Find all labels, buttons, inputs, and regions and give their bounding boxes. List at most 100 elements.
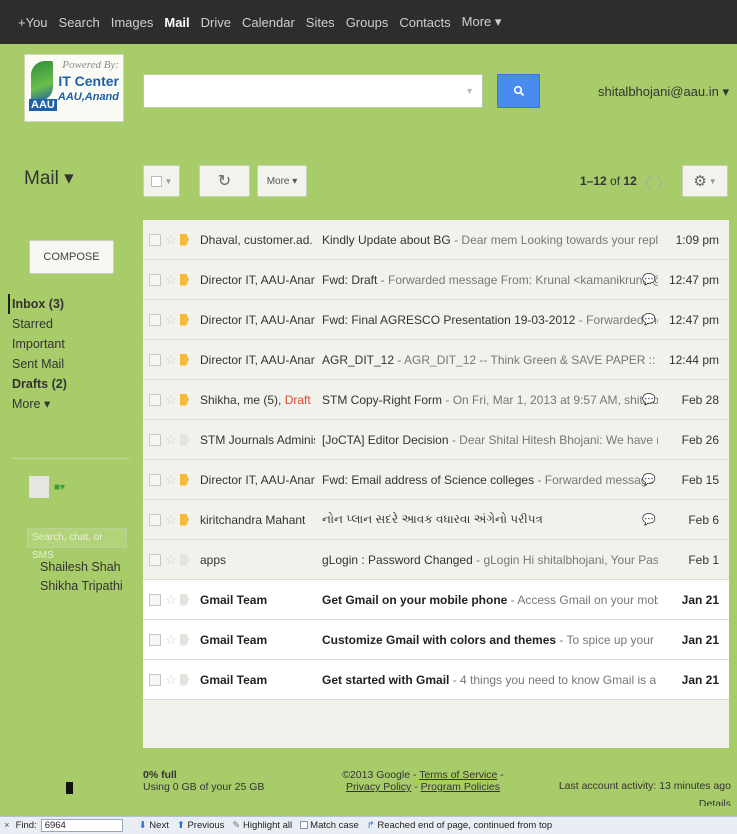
- star-icon[interactable]: ☆: [165, 552, 177, 568]
- it-center-logo[interactable]: AAU Powered By: IT Center AAU,Anand: [24, 54, 124, 122]
- topbar-link-6[interactable]: Sites: [306, 15, 335, 30]
- topbar-link-8[interactable]: Contacts: [399, 15, 450, 30]
- message-row[interactable]: ☆ Director IT, AAU-Anand AGR_DIT_12 - AGR_…: [143, 340, 729, 380]
- star-icon[interactable]: ☆: [165, 392, 177, 408]
- message-subject: Get Gmail on your mobile phone - Access …: [322, 593, 658, 607]
- row-checkbox[interactable]: [149, 473, 161, 486]
- star-icon[interactable]: ☆: [165, 472, 177, 488]
- close-find-bar-icon[interactable]: ×: [4, 820, 10, 831]
- sidebar-item[interactable]: Starred: [12, 314, 67, 334]
- row-checkbox[interactable]: [149, 273, 161, 286]
- star-icon[interactable]: ☆: [165, 432, 177, 448]
- find-input[interactable]: 6964: [40, 819, 123, 832]
- star-icon[interactable]: ☆: [165, 272, 177, 288]
- message-row[interactable]: ☆ Director IT, AAU-Anand Fwd: Email addres…: [143, 460, 729, 500]
- find-previous-button[interactable]: ⬆ Previous: [177, 820, 225, 831]
- video-camera-icon[interactable]: ■▾: [54, 482, 65, 493]
- important-marker-icon[interactable]: [180, 233, 189, 246]
- privacy-link[interactable]: Privacy Policy: [346, 781, 411, 793]
- row-checkbox[interactable]: [149, 433, 161, 446]
- compose-button[interactable]: COMPOSE: [29, 240, 114, 274]
- important-marker-icon[interactable]: [180, 273, 189, 286]
- snippet-text: - To spice up your inbox with colors and…: [559, 632, 658, 647]
- logo-aau-anand: AAU,Anand: [57, 91, 119, 103]
- message-row[interactable]: ☆ Shikha, me (5), Draft STM Copy-Right For…: [143, 380, 729, 420]
- row-checkbox[interactable]: [149, 593, 161, 606]
- chat-contact[interactable]: Shikha Tripathi: [40, 579, 123, 598]
- star-icon[interactable]: ☆: [165, 592, 177, 608]
- topbar-link-5[interactable]: Calendar: [242, 15, 295, 30]
- row-checkbox[interactable]: [149, 313, 161, 326]
- important-marker-icon[interactable]: [180, 433, 189, 446]
- separator: -: [497, 769, 504, 781]
- topbar-link-3[interactable]: Mail: [164, 15, 189, 30]
- row-checkbox[interactable]: [149, 233, 161, 246]
- avatar[interactable]: [29, 476, 49, 498]
- topbar-link-0[interactable]: +You: [18, 15, 48, 30]
- important-marker-icon[interactable]: [180, 473, 189, 486]
- match-case-checkbox[interactable]: Match case: [300, 820, 359, 831]
- important-marker-icon[interactable]: [180, 553, 189, 566]
- important-marker-icon[interactable]: [180, 393, 189, 406]
- topbar-link-7[interactable]: Groups: [346, 15, 389, 30]
- message-row[interactable]: ☆ STM Journals Administrat. [JoCTA] Editor…: [143, 420, 729, 460]
- select-all-button[interactable]: ▼: [143, 165, 180, 197]
- message-row[interactable]: ☆ Director IT, AAU-Anand Fwd: Final AGRESC…: [143, 300, 729, 340]
- terms-link[interactable]: Terms of Service: [419, 769, 497, 781]
- row-checkbox[interactable]: [149, 553, 161, 566]
- topbar-link-9[interactable]: More ▾: [462, 14, 502, 30]
- star-icon[interactable]: ☆: [165, 512, 177, 528]
- important-marker-icon[interactable]: [180, 353, 189, 366]
- find-next-button[interactable]: ⬇ Next: [139, 820, 169, 831]
- topbar-link-4[interactable]: Drive: [201, 15, 231, 30]
- details-link[interactable]: Details: [699, 798, 731, 806]
- search-options-icon[interactable]: ▼: [465, 86, 474, 96]
- important-marker-icon[interactable]: [180, 593, 189, 606]
- sidebar-item[interactable]: Important: [12, 334, 67, 354]
- star-icon[interactable]: ☆: [165, 312, 177, 328]
- star-icon[interactable]: ☆: [165, 352, 177, 368]
- chat-search-input[interactable]: Search, chat, or SMS: [27, 528, 127, 561]
- message-row[interactable]: ☆ Director IT, AAU-Anand Fwd: Draft - Forw…: [143, 260, 729, 300]
- account-email[interactable]: shitalbhojani@aau.in ▾: [598, 84, 729, 100]
- sidebar-item[interactable]: Inbox (3): [12, 294, 67, 314]
- message-row[interactable]: ☆ Gmail Team Get Gmail on your mobile phon…: [143, 580, 729, 620]
- message-row[interactable]: ☆ Dhaval, customer.ad. (3) Kindly Update a…: [143, 220, 729, 260]
- message-row[interactable]: ☆ Gmail Team Get started with Gmail - 4 th…: [143, 660, 729, 700]
- important-marker-icon[interactable]: [180, 513, 189, 526]
- phone-icon[interactable]: [66, 782, 73, 794]
- message-row[interactable]: ☆ Gmail Team Customize Gmail with colors a…: [143, 620, 729, 660]
- chat-contact[interactable]: Shailesh Shah: [40, 560, 123, 579]
- chevron-down-icon: ▼: [708, 176, 717, 186]
- next-page-icon[interactable]: 〉: [656, 170, 672, 194]
- refresh-button[interactable]: ↻: [199, 165, 250, 197]
- sidebar-item[interactable]: More ▾: [12, 394, 67, 414]
- search-input[interactable]: ▼: [143, 74, 483, 108]
- star-icon[interactable]: ☆: [165, 232, 177, 248]
- row-checkbox[interactable]: [149, 393, 161, 406]
- message-row[interactable]: ☆ kiritchandra Mahant નોન પ્લાન સદરે આવક વ…: [143, 500, 729, 540]
- highlight-all-label: Highlight all: [243, 820, 293, 831]
- topbar-link-2[interactable]: Images: [111, 15, 154, 30]
- sidebar-item[interactable]: Sent Mail: [12, 354, 67, 374]
- highlight-all-button[interactable]: ✎ Highlight all: [232, 820, 292, 831]
- row-checkbox[interactable]: [149, 633, 161, 646]
- row-checkbox[interactable]: [149, 353, 161, 366]
- prev-page-icon[interactable]: 〈: [636, 170, 652, 194]
- message-row[interactable]: ☆ apps gLogin : Password Changed - gLogin …: [143, 540, 729, 580]
- more-button[interactable]: More ▾: [257, 165, 307, 197]
- program-policies-link[interactable]: Program Policies: [421, 781, 500, 793]
- important-marker-icon[interactable]: [180, 313, 189, 326]
- star-icon[interactable]: ☆: [165, 672, 177, 688]
- row-checkbox[interactable]: [149, 673, 161, 686]
- star-icon[interactable]: ☆: [165, 632, 177, 648]
- important-marker-icon[interactable]: [180, 673, 189, 686]
- search-button[interactable]: [497, 74, 540, 108]
- subject-text: AGR_DIT_12: [322, 352, 395, 367]
- mail-menu[interactable]: Mail ▾: [24, 167, 74, 190]
- row-checkbox[interactable]: [149, 513, 161, 526]
- settings-button[interactable]: ⚙ ▼: [682, 165, 728, 197]
- topbar-link-1[interactable]: Search: [59, 15, 100, 30]
- sidebar-item[interactable]: Drafts (2): [12, 374, 67, 394]
- important-marker-icon[interactable]: [180, 633, 189, 646]
